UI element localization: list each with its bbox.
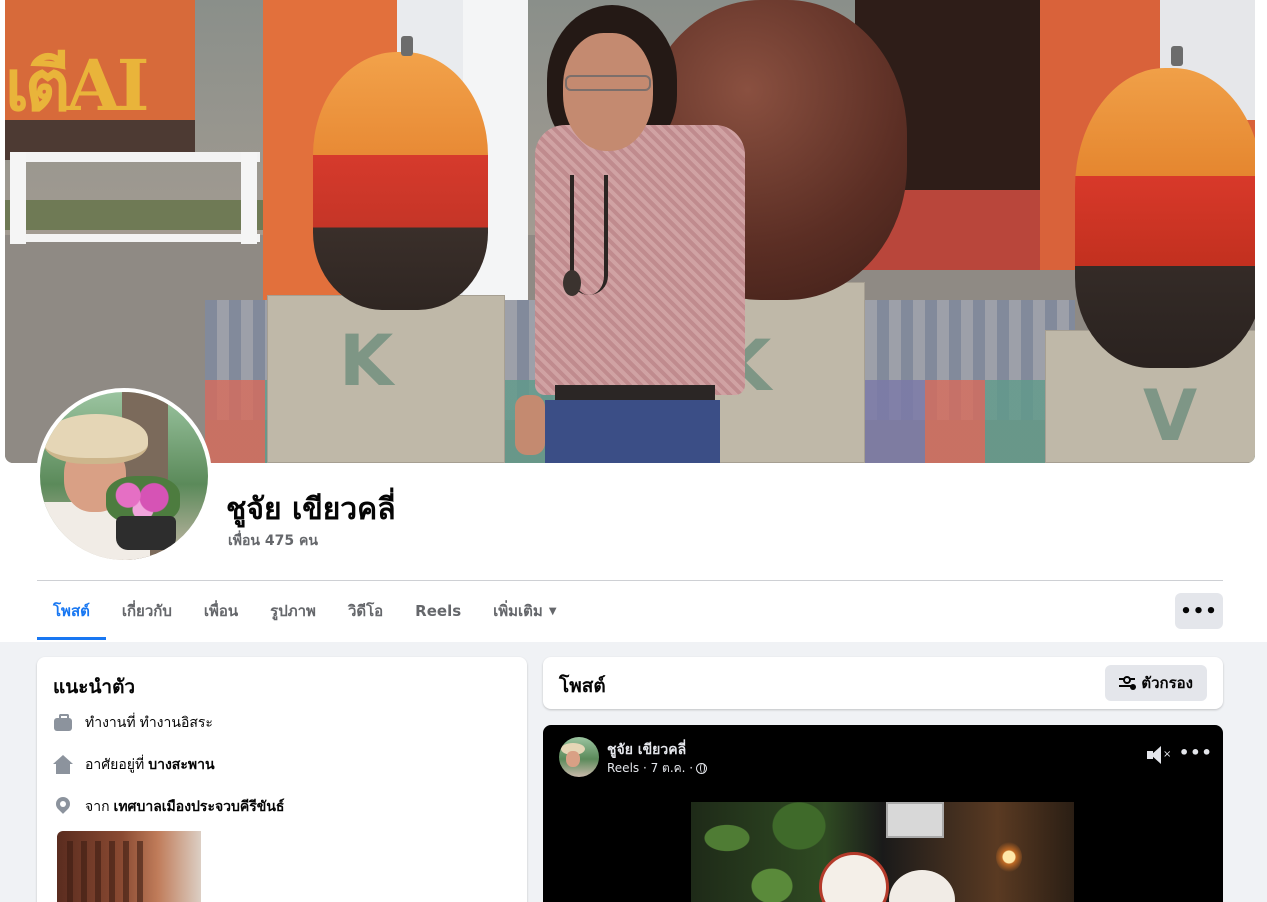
tab-photos[interactable]: รูปภาพ — [254, 582, 332, 640]
intro-lives: อาศัยอยู่ที่ บางสะพาน — [53, 754, 215, 776]
posts-title: โพสต์ — [559, 675, 606, 697]
profile-name: ชูจัย เขียวคลี่ — [226, 492, 396, 527]
globe-icon — [696, 763, 708, 774]
orange-jar-right — [1075, 68, 1255, 368]
profile-avatar[interactable] — [36, 388, 212, 564]
tab-reels[interactable]: Reels — [399, 582, 477, 640]
tab-videos[interactable]: วิดีโอ — [332, 582, 399, 640]
home-icon — [53, 755, 73, 775]
more-horizontal-icon: ••• — [1180, 600, 1218, 622]
filter-button[interactable]: ตัวกรอง — [1105, 665, 1207, 701]
filter-icon — [1119, 676, 1136, 690]
post-author-avatar[interactable] — [559, 737, 599, 777]
profile-tabs: โพสต์ เกี่ยวกับ เพื่อน รูปภาพ วิดีโอ Ree… — [37, 582, 573, 640]
briefcase-icon — [53, 713, 73, 733]
tab-friends[interactable]: เพื่อน — [188, 582, 254, 640]
intro-from: จาก เทศบาลเมืองประจวบคีรีขันธ์ — [53, 796, 284, 818]
tab-posts[interactable]: โพสต์ — [37, 582, 106, 640]
featured-photo[interactable] — [57, 831, 201, 902]
mute-x-icon: × — [1163, 749, 1172, 760]
more-options-button[interactable]: ••• — [1175, 593, 1223, 629]
lives-value[interactable]: บางสะพาน — [148, 754, 214, 776]
post-more-button[interactable]: ••• — [1179, 743, 1212, 765]
header-divider — [37, 580, 1223, 581]
work-value: ทำงานอิสระ — [139, 715, 213, 731]
cover-sign: เตีAI — [5, 44, 149, 127]
post-meta: Reels · 7 ต.ค. · — [607, 759, 708, 778]
cover-person — [515, 5, 755, 463]
post-author-name[interactable]: ชูจัย เขียวคลี่ — [607, 739, 686, 761]
tab-more[interactable]: เพิ่มเติม ▼ — [477, 582, 572, 640]
reel-post[interactable]: ชูจัย เขียวคลี่ Reels · 7 ต.ค. · × ••• — [543, 725, 1223, 902]
tab-about[interactable]: เกี่ยวกับ — [106, 582, 188, 640]
avatar — [40, 392, 208, 560]
friend-count[interactable]: เพื่อน 475 คน — [228, 530, 318, 552]
reel-video[interactable] — [691, 802, 1074, 902]
caret-down-icon: ▼ — [548, 605, 557, 617]
posts-header: โพสต์ ตัวกรอง — [543, 657, 1223, 709]
intro-card: แนะนำตัว ทำงานที่ ทำงานอิสระ อาศัยอยู่ที… — [37, 657, 527, 902]
location-pin-icon — [53, 797, 73, 817]
cover-photo[interactable]: เตีAI K K V — [5, 0, 1255, 463]
orange-jar-left — [313, 52, 488, 310]
intro-title: แนะนำตัว — [53, 676, 136, 698]
intro-work: ทำงานที่ ทำงานอิสระ — [53, 712, 213, 734]
from-value[interactable]: เทศบาลเมืองประจวบคีรีขันธ์ — [114, 796, 285, 818]
